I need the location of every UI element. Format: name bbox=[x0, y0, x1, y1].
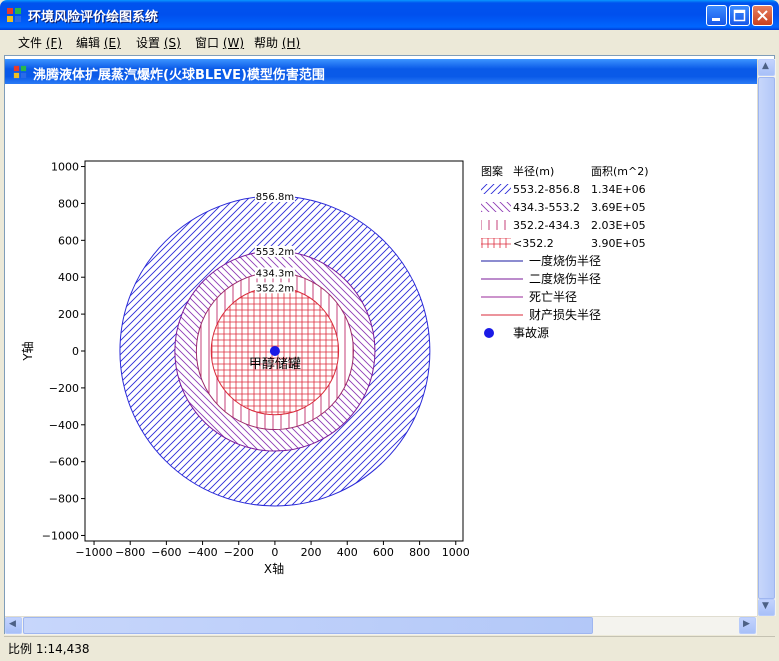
legend-range-2: 352.2-434.3 bbox=[513, 219, 580, 232]
chevron-right-icon: ▶ bbox=[743, 619, 750, 629]
menu-settings-label: 设置 bbox=[136, 36, 161, 50]
menu-file[interactable]: 文件 (F) bbox=[18, 34, 62, 51]
y-tick-label-2: −600 bbox=[49, 456, 79, 469]
y-axis-label: Y轴 bbox=[20, 341, 35, 361]
menu-help-key: (H) bbox=[281, 36, 301, 50]
menu-edit-label: 编辑 bbox=[76, 36, 101, 50]
legend-range-0: 553.2-856.8 bbox=[513, 183, 580, 196]
minimize-icon bbox=[712, 18, 720, 21]
legend-area-0: 1.34E+06 bbox=[591, 183, 646, 196]
legend-range-3: <352.2 bbox=[513, 237, 554, 250]
legend-area-2: 2.03E+05 bbox=[591, 219, 646, 232]
legend-swatch-0 bbox=[481, 184, 511, 194]
menu-settings[interactable]: 设置 (S) bbox=[136, 34, 181, 51]
main-window: 环境风险评价绘图系统 文件 (F) 编辑 (E) 设置 (S) 窗口 (W) 帮… bbox=[0, 0, 779, 661]
chevron-left-icon: ◀ bbox=[9, 619, 16, 629]
child-window-title-bar[interactable]: 沸腾液体扩展蒸汽爆炸(火球BLEVE)模型伤害范围 bbox=[5, 59, 757, 84]
legend-line-label-2: 死亡半径 bbox=[529, 290, 577, 304]
menu-bar: 文件 (F) 编辑 (E) 设置 (S) 窗口 (W) 帮助 (H) bbox=[4, 31, 775, 52]
scroll-left-button[interactable]: ◀ bbox=[5, 617, 22, 634]
title-bar[interactable]: 环境风险评价绘图系统 bbox=[0, 0, 779, 30]
legend-swatch-3 bbox=[481, 238, 511, 248]
scale-status: 比例 1:14,438 bbox=[8, 642, 90, 656]
x-tick-label-3: −400 bbox=[187, 546, 217, 559]
y-tick-label-6: 200 bbox=[58, 308, 79, 321]
legend-swatch-1 bbox=[481, 202, 511, 212]
x-tick-label-1: −800 bbox=[115, 546, 145, 559]
radius-label-3: 352.2m bbox=[256, 283, 294, 294]
y-tick-label-10: 1000 bbox=[51, 161, 79, 174]
x-tick-label-10: 1000 bbox=[442, 546, 470, 559]
y-tick-label-3: −400 bbox=[49, 419, 79, 432]
minimize-button[interactable] bbox=[706, 5, 727, 26]
menu-help-label: 帮助 bbox=[254, 36, 279, 50]
menu-edit-key: (E) bbox=[103, 36, 121, 50]
x-tick-label-6: 200 bbox=[301, 546, 322, 559]
x-tick-label-5: 0 bbox=[271, 546, 278, 559]
x-tick-label-2: −600 bbox=[151, 546, 181, 559]
child-window-title: 沸腾液体扩展蒸汽爆炸(火球BLEVE)模型伤害范围 bbox=[33, 68, 325, 83]
x-tick-label-8: 600 bbox=[373, 546, 394, 559]
vertical-scroll-thumb[interactable] bbox=[758, 77, 775, 599]
center-label: 甲醇储罐 bbox=[249, 356, 301, 372]
x-tick-label-4: −200 bbox=[224, 546, 254, 559]
legend-source-label: 事故源 bbox=[513, 325, 549, 340]
close-button[interactable] bbox=[752, 5, 773, 26]
legend-area-3: 3.90E+05 bbox=[591, 237, 646, 250]
legend-swatch-2 bbox=[481, 220, 511, 230]
x-tick-label-7: 400 bbox=[337, 546, 358, 559]
blast-damage-chart: 856.8m553.2m434.3m352.2m甲醇储罐−1000 −800 −60… bbox=[5, 85, 757, 615]
scroll-up-button[interactable]: ▲ bbox=[758, 59, 775, 76]
y-tick-label-5: 0 bbox=[72, 345, 79, 358]
maximize-icon bbox=[733, 9, 746, 22]
horizontal-scrollbar[interactable]: ◀ ▶ bbox=[5, 616, 757, 635]
menu-window-key: (W) bbox=[222, 36, 245, 50]
chevron-up-icon: ▲ bbox=[762, 61, 769, 71]
x-axis-label: X轴 bbox=[264, 561, 284, 576]
app-icon bbox=[7, 8, 21, 22]
radius-label-1: 553.2m bbox=[256, 247, 294, 258]
y-tick-label-4: −200 bbox=[49, 382, 79, 395]
legend-header-0: 图案 bbox=[481, 164, 503, 178]
x-tick-label-9: 800 bbox=[409, 546, 430, 559]
legend-line-label-1: 二度烧伤半径 bbox=[529, 271, 601, 286]
y-tick-label-1: −800 bbox=[49, 493, 79, 506]
radius-label-0: 856.8m bbox=[256, 192, 294, 203]
vertical-scrollbar[interactable]: ▲ ▼ bbox=[757, 59, 776, 616]
y-tick-label-0: −1000 bbox=[42, 529, 79, 542]
menu-edit[interactable]: 编辑 (E) bbox=[76, 34, 121, 51]
menu-settings-key: (S) bbox=[163, 36, 181, 50]
size-grip[interactable] bbox=[757, 616, 775, 634]
x-tick-label-0: −1000 bbox=[75, 546, 112, 559]
radius-label-2: 434.3m bbox=[256, 268, 294, 279]
legend-line-label-3: 财产损失半径 bbox=[529, 307, 601, 322]
status-bar: 比例 1:14,438 bbox=[4, 636, 775, 658]
close-icon bbox=[757, 10, 768, 21]
legend-header-2: 面积(m^2) bbox=[591, 165, 649, 178]
y-tick-label-8: 600 bbox=[58, 234, 79, 247]
accident-source-marker bbox=[269, 346, 280, 356]
chevron-down-icon: ▼ bbox=[762, 601, 769, 611]
child-window-icon bbox=[13, 65, 27, 79]
legend-line-label-0: 一度烧伤半径 bbox=[529, 253, 601, 268]
scroll-right-button[interactable]: ▶ bbox=[739, 617, 756, 634]
y-tick-label-9: 800 bbox=[58, 197, 79, 210]
legend-area-1: 3.69E+05 bbox=[591, 201, 646, 214]
menu-help[interactable]: 帮助 (H) bbox=[254, 34, 300, 51]
horizontal-scroll-thumb[interactable] bbox=[23, 617, 593, 634]
scroll-down-button[interactable]: ▼ bbox=[758, 599, 775, 616]
menu-file-key: (F) bbox=[45, 36, 63, 50]
legend-range-1: 434.3-553.2 bbox=[513, 201, 580, 214]
menu-file-label: 文件 bbox=[18, 36, 43, 50]
menu-window[interactable]: 窗口 (W) bbox=[195, 34, 244, 51]
legend-source-marker bbox=[484, 328, 494, 338]
legend-header-1: 半径(m) bbox=[513, 164, 554, 178]
menu-window-label: 窗口 bbox=[195, 36, 220, 50]
y-tick-label-7: 400 bbox=[58, 271, 79, 284]
window-title: 环境风险评价绘图系统 bbox=[28, 10, 159, 25]
maximize-button[interactable] bbox=[729, 5, 750, 26]
